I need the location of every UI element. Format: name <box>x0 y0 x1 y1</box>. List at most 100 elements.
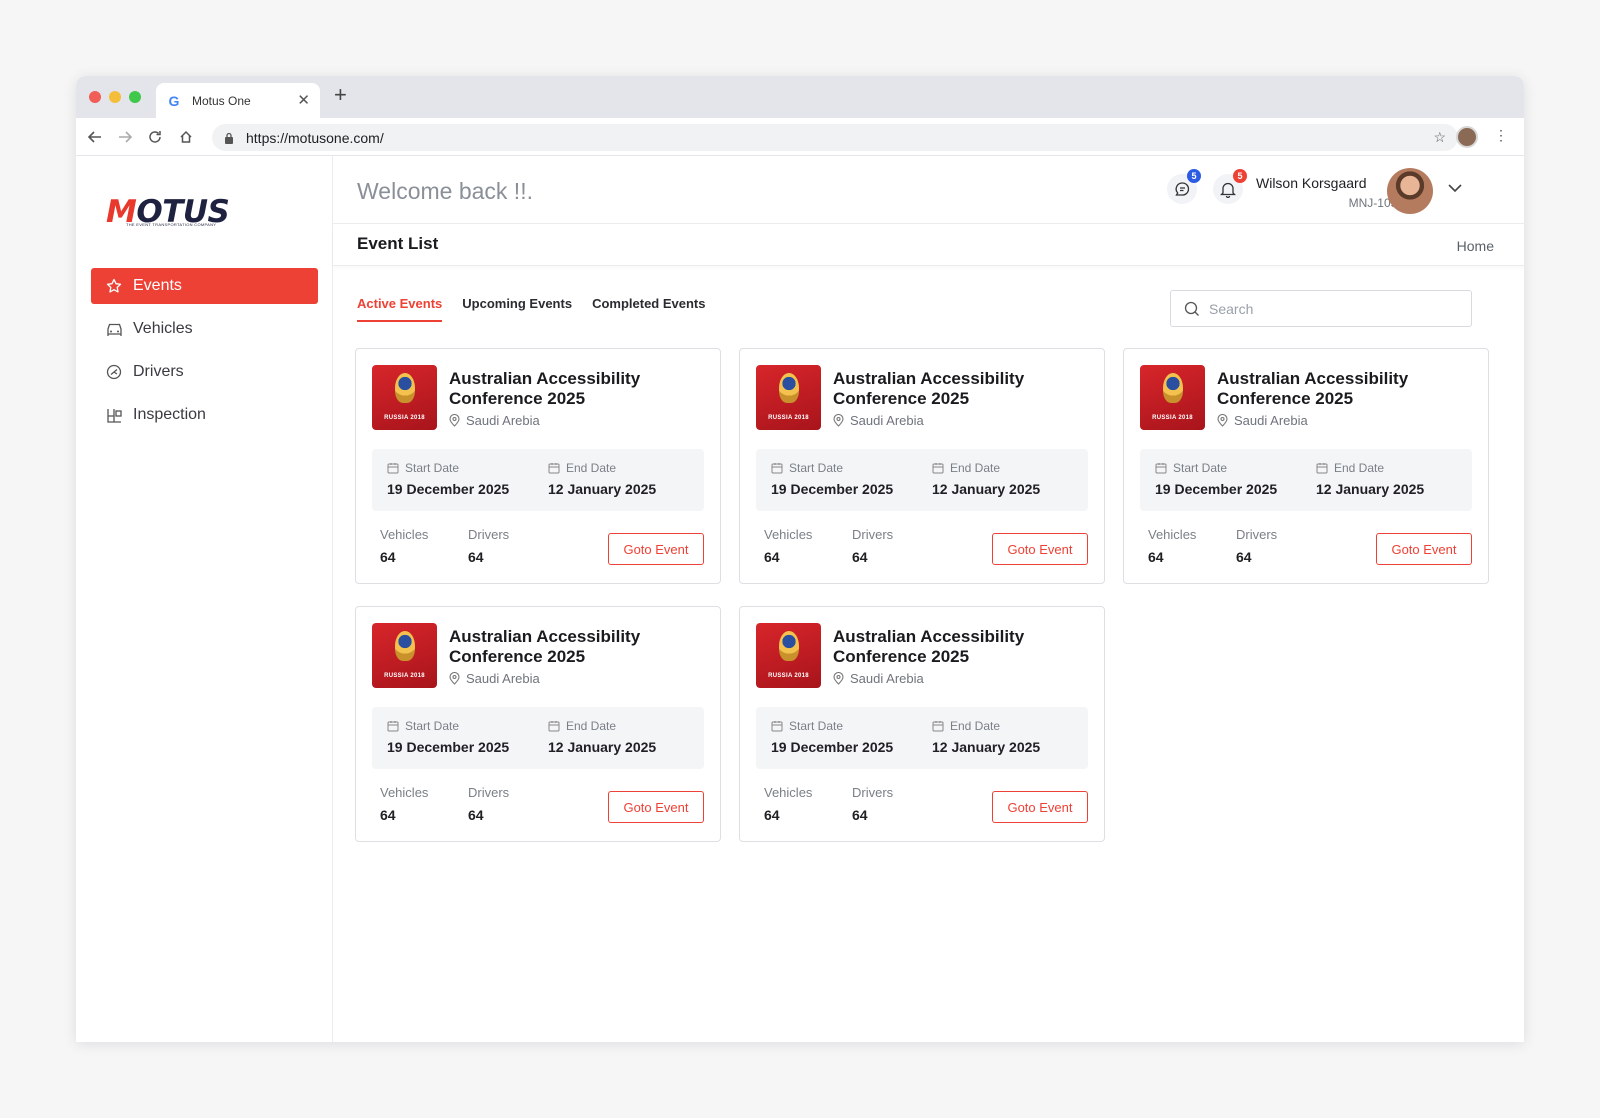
vehicles-label: Vehicles <box>1148 527 1197 542</box>
event-title: Australian Accessibility Conference 2025 <box>449 369 641 408</box>
minimize-window-button[interactable] <box>109 91 121 103</box>
bookmark-star-icon[interactable]: ☆ <box>1433 129 1446 146</box>
goto-event-button[interactable]: Goto Event <box>608 791 704 823</box>
tab-active-events[interactable]: Active Events <box>357 296 443 322</box>
url-text: https://motusone.com/ <box>246 129 384 146</box>
event-location-text: Saudi Arebia <box>850 413 924 428</box>
vehicles-label: Vehicles <box>764 785 813 800</box>
event-location: Saudi Arebia <box>833 413 924 428</box>
drivers-count: 64 <box>1236 549 1252 565</box>
trophy-icon <box>395 373 415 403</box>
home-icon[interactable] <box>176 127 196 147</box>
event-title: Australian Accessibility Conference 2025 <box>449 627 641 666</box>
start-date-label: Start Date <box>405 461 460 475</box>
new-tab-icon[interactable]: + <box>334 84 347 106</box>
event-logo-text: RUSSIA 2018 <box>768 415 809 421</box>
calendar-icon <box>387 721 399 732</box>
browser-profile-avatar[interactable] <box>1456 126 1478 148</box>
calendar-icon <box>1316 463 1328 474</box>
event-dates: Start Date 19 December 2025 End Date 12 … <box>756 707 1088 769</box>
maximize-window-button[interactable] <box>129 91 141 103</box>
event-card: RUSSIA 2018 Australian Accessibility Con… <box>355 348 721 584</box>
event-card: RUSSIA 2018 Australian Accessibility Con… <box>355 606 721 842</box>
vehicles-count: 64 <box>380 549 396 565</box>
event-location-text: Saudi Arebia <box>850 671 924 686</box>
start-date-label-row: Start Date <box>387 461 509 475</box>
end-date-label-row: End Date <box>932 461 1040 475</box>
location-pin-icon <box>833 672 844 685</box>
messages-button[interactable]: 5 <box>1167 169 1201 204</box>
end-date-label-row: End Date <box>1316 461 1424 475</box>
event-logo: RUSSIA 2018 <box>1140 365 1205 430</box>
event-location-text: Saudi Arebia <box>1234 413 1308 428</box>
end-date-label: End Date <box>566 461 617 475</box>
sidebar-item-inspection[interactable]: Inspection <box>91 397 318 433</box>
google-icon: G <box>168 92 180 109</box>
drivers-stat: Drivers 64 <box>1236 527 1277 565</box>
location-pin-icon <box>449 414 460 427</box>
goto-event-button[interactable]: Goto Event <box>608 533 704 565</box>
end-date: End Date 12 January 2025 <box>1316 461 1424 497</box>
url-bar[interactable]: https://motusone.com/ ☆ <box>212 124 1458 151</box>
browser-menu-icon[interactable]: ⋮ <box>1494 128 1508 142</box>
event-dates: Start Date 19 December 2025 End Date 12 … <box>372 449 704 511</box>
goto-event-button[interactable]: Goto Event <box>992 533 1088 565</box>
event-card: RUSSIA 2018 Australian Accessibility Con… <box>739 606 1105 842</box>
start-date: Start Date 19 December 2025 <box>387 461 509 497</box>
drivers-count: 64 <box>852 549 868 565</box>
back-icon[interactable] <box>85 127 105 147</box>
vehicles-count: 64 <box>764 549 780 565</box>
close-window-button[interactable] <box>89 91 101 103</box>
chevron-down-icon[interactable] <box>1448 180 1462 198</box>
drivers-count: 64 <box>852 807 868 823</box>
event-location: Saudi Arebia <box>449 671 540 686</box>
trophy-icon <box>779 373 799 403</box>
event-tabs: Active Events Upcoming Events Completed … <box>357 296 705 322</box>
end-date-label: End Date <box>950 461 1001 475</box>
browser-tab-title: Motus One <box>192 93 251 108</box>
sidebar-item-label: Vehicles <box>133 320 193 337</box>
start-date-label-row: Start Date <box>387 719 509 733</box>
close-tab-icon[interactable]: ✕ <box>297 93 310 108</box>
calendar-icon <box>1155 463 1167 474</box>
notifications-button[interactable]: 5 <box>1213 169 1247 204</box>
browser-tab[interactable]: G Motus One ✕ <box>156 83 320 118</box>
event-dates: Start Date 19 December 2025 End Date 12 … <box>1140 449 1472 511</box>
start-date-value: 19 December 2025 <box>771 739 894 755</box>
drivers-label: Drivers <box>468 785 510 800</box>
vehicles-count: 64 <box>1148 549 1164 565</box>
start-date: Start Date 19 December 2025 <box>387 719 509 755</box>
end-date-value: 12 January 2025 <box>932 739 1041 755</box>
start-date-value: 19 December 2025 <box>1155 481 1278 497</box>
event-title: Australian Accessibility Conference 2025 <box>833 369 1025 408</box>
end-date: End Date 12 January 2025 <box>548 461 656 497</box>
sidebar-item-vehicles[interactable]: Vehicles <box>91 311 318 347</box>
start-date-label-row: Start Date <box>771 719 893 733</box>
goto-event-button[interactable]: Goto Event <box>1376 533 1472 565</box>
vehicles-label: Vehicles <box>380 527 429 542</box>
tab-completed-events[interactable]: Completed Events <box>592 296 705 322</box>
goto-event-button[interactable]: Goto Event <box>992 791 1088 823</box>
sidebar: MOTUS THE EVENT TRANSPORTATION COMPANY E… <box>76 156 333 1042</box>
window-controls <box>89 91 141 103</box>
reload-icon[interactable] <box>145 127 165 147</box>
event-grid: RUSSIA 2018 Australian Accessibility Con… <box>355 348 1489 842</box>
event-logo: RUSSIA 2018 <box>756 365 821 430</box>
breadcrumb-home[interactable]: Home <box>1457 238 1494 254</box>
start-date-label-row: Start Date <box>1155 461 1277 475</box>
top-bar: Welcome back !!. 5 5 Wilson Korsgaard MN… <box>333 156 1524 224</box>
forward-icon[interactable] <box>115 127 135 147</box>
end-date-value: 12 January 2025 <box>1316 481 1425 497</box>
car-icon <box>105 320 123 338</box>
inspection-icon <box>105 406 123 424</box>
vehicles-count: 64 <box>764 807 780 823</box>
vehicles-stat: Vehicles 64 <box>1148 527 1196 565</box>
search-input[interactable] <box>1209 300 1449 317</box>
sidebar-item-events[interactable]: Events <box>91 268 318 304</box>
user-avatar[interactable] <box>1387 168 1433 214</box>
calendar-icon <box>548 463 560 474</box>
tab-upcoming-events[interactable]: Upcoming Events <box>462 296 572 322</box>
sidebar-item-drivers[interactable]: Drivers <box>91 354 318 390</box>
drivers-count: 64 <box>468 807 484 823</box>
drivers-stat: Drivers 64 <box>852 785 893 823</box>
